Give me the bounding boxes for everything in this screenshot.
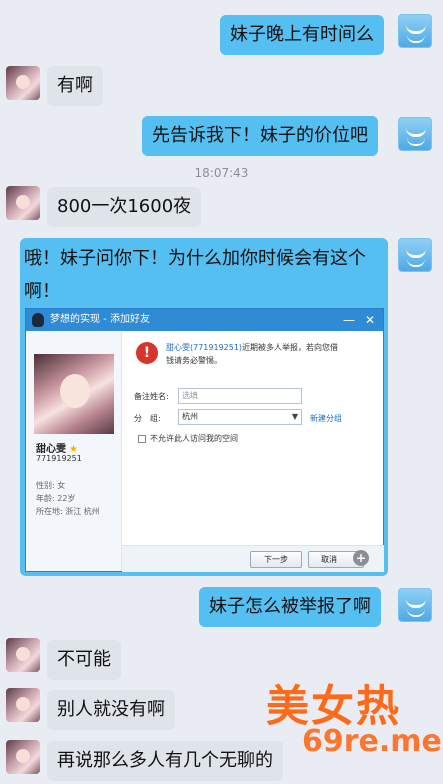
self-avatar bbox=[398, 14, 432, 48]
site-watermark: 美女热 69re.me bbox=[262, 672, 443, 784]
message-bubble-in: 再说那么多人有几个无聊的 bbox=[47, 741, 283, 781]
space-access-checkbox[interactable] bbox=[138, 435, 146, 443]
contact-avatar[interactable] bbox=[6, 638, 40, 672]
message-bubble-out: 妹子怎么被举报了啊 bbox=[199, 587, 381, 627]
contact-avatar[interactable] bbox=[6, 688, 40, 722]
profile-panel: 甜心雯 ★ 771919251 性别: 女 年龄: 22岁 所在地: 浙江 杭州 bbox=[27, 332, 122, 571]
space-access-label: 不允许此人访问我的空间 bbox=[150, 434, 238, 443]
message-bubble-in: 不可能 bbox=[47, 640, 121, 680]
add-icon: + bbox=[353, 550, 369, 566]
dialog-titlebar: 梦想的实现 - 添加好友 — ✕ bbox=[26, 309, 383, 331]
profile-age: 年龄: 22岁 bbox=[36, 494, 76, 503]
self-avatar bbox=[398, 117, 432, 151]
profile-gender: 性别: 女 bbox=[36, 481, 66, 490]
message-bubble-in: 800一次1600夜 bbox=[47, 187, 202, 227]
minimize-button[interactable]: — bbox=[343, 309, 355, 331]
message-bubble-out: 先告诉我下！妹子的价位吧 bbox=[142, 116, 378, 156]
chat-window: 妹子晚上有时间么 有啊 先告诉我下！妹子的价位吧 18:07:43 800一次1… bbox=[0, 0, 443, 784]
qq-penguin-icon bbox=[32, 313, 44, 327]
remark-label: 备注姓名: bbox=[134, 392, 169, 401]
message-text: 哦！妹子问你下！为什么加你时候会有这个啊！ bbox=[24, 248, 366, 302]
warning-icon: ! bbox=[136, 342, 158, 364]
profile-photo bbox=[34, 354, 114, 434]
dialog-title: 梦想的实现 - 添加好友 bbox=[50, 314, 150, 325]
add-friend-dialog: 梦想的实现 - 添加好友 — ✕ 甜心雯 ★ 771919251 性别: 女 年龄… bbox=[25, 308, 384, 572]
self-avatar bbox=[398, 238, 432, 272]
message-bubble-in: 有啊 bbox=[47, 66, 103, 106]
dialog-footer: 下一步 取消 + bbox=[122, 545, 384, 572]
next-button[interactable]: 下一步 bbox=[250, 551, 302, 568]
close-button[interactable]: ✕ bbox=[365, 309, 375, 331]
message-bubble-out-image: 哦！妹子问你下！为什么加你时候会有这个啊！ 梦想的实现 - 添加好友 — ✕ 甜… bbox=[20, 238, 388, 576]
chevron-down-icon: ▼ bbox=[291, 412, 298, 421]
warning-message: 甜心雯(771919251)近期被多人举报，若向您借钱请务必警惕。 bbox=[166, 343, 339, 365]
watermark-url: 69re.me bbox=[302, 724, 442, 759]
contact-avatar[interactable] bbox=[6, 66, 40, 100]
watermark-title: 美女热 bbox=[266, 682, 401, 732]
contact-avatar[interactable] bbox=[6, 186, 40, 220]
profile-name: 甜心雯 ★ bbox=[36, 444, 78, 455]
group-label: 分 组: bbox=[134, 414, 161, 423]
profile-location: 所在地: 浙江 杭州 bbox=[36, 507, 100, 516]
message-bubble-in: 别人就没有啊 bbox=[47, 690, 175, 730]
contact-avatar[interactable] bbox=[6, 740, 40, 774]
message-timestamp: 18:07:43 bbox=[194, 166, 249, 180]
new-group-link[interactable]: 新建分组 bbox=[310, 413, 342, 424]
profile-id: 771919251 bbox=[36, 454, 82, 463]
cancel-button[interactable]: 取消 + bbox=[308, 550, 369, 568]
group-select[interactable]: 杭州 ▼ bbox=[178, 409, 302, 425]
remark-input[interactable]: 选填 bbox=[178, 388, 302, 404]
message-bubble-out: 妹子晚上有时间么 bbox=[220, 15, 384, 55]
self-avatar bbox=[398, 588, 432, 622]
